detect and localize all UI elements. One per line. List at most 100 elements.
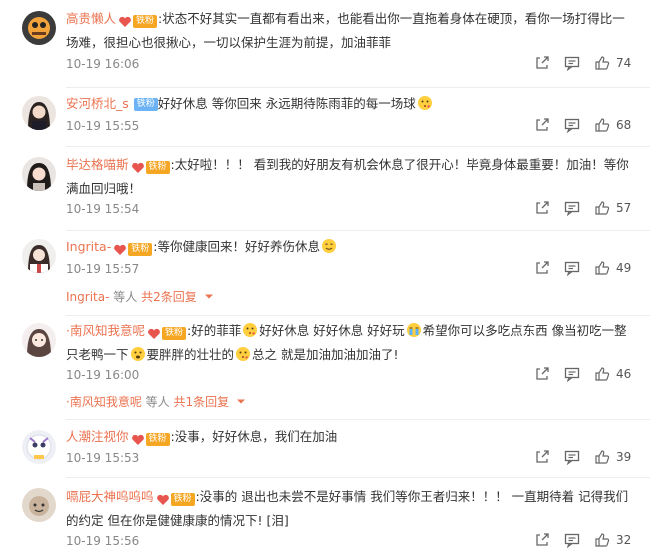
username-link[interactable]: ·南风知我意呢 (66, 323, 145, 338)
fan-badge: 铁粉 (133, 98, 158, 111)
comment-content: ·南风知我意呢 铁粉:好的菲菲 好好休息 好好休息 好好玩 希望你可以多吃点东西 像当… (66, 320, 636, 366)
like-count: 68 (616, 118, 632, 132)
divider (66, 146, 650, 147)
like-icon[interactable] (594, 532, 610, 548)
comment-content: 高贵懒人 铁粉:状态不好其实一直都有看出来，也能看出你一直拖着身体在硬顶，看你一场… (66, 8, 636, 54)
comment-date: 10-19 16:06 (66, 57, 140, 71)
like-icon[interactable] (594, 55, 610, 71)
comment-date: 10-19 15:56 (66, 534, 140, 548)
heart-badge-icon (156, 494, 169, 505)
reply-summary[interactable]: ·南风知我意呢 等人 共1条回复 (66, 393, 246, 410)
share-icon[interactable] (534, 55, 550, 71)
heart-badge-icon (114, 244, 127, 255)
share-icon[interactable] (534, 366, 550, 382)
heart-badge-icon (131, 162, 144, 173)
username-link[interactable]: Ingrita- (66, 239, 111, 254)
reply-middle-text: 等人 (109, 290, 142, 304)
username-link[interactable]: 高贵懒人 (66, 11, 116, 26)
comment-date: 10-19 15:57 (66, 262, 140, 276)
hug-emoji-icon (321, 239, 336, 253)
username-link[interactable]: 嗝屁大神呜呜呜 (66, 489, 154, 504)
like-icon[interactable] (594, 260, 610, 276)
view-replies-link[interactable]: 共1条回复 (173, 395, 229, 409)
reply-username[interactable]: Ingrita- (66, 290, 109, 304)
share-icon[interactable] (534, 200, 550, 216)
share-icon[interactable] (534, 117, 550, 133)
reply-username[interactable]: ·南风知我意呢 (66, 395, 142, 409)
heart-badge-icon (119, 16, 131, 27)
comment-actions: 57 (534, 200, 634, 218)
chevron-down-icon[interactable] (204, 293, 214, 301)
shocked-emoji-icon (130, 347, 145, 361)
comment-text: :等你健康回来！好好养伤休息 (153, 239, 320, 254)
badge-group: 铁粉 (131, 156, 170, 178)
chevron-down-icon[interactable] (236, 398, 246, 406)
badge-group: 铁粉 (147, 322, 186, 344)
divider (66, 419, 650, 420)
like-count: 39 (616, 450, 632, 464)
comment-icon[interactable] (564, 260, 580, 276)
heart-badge-icon (131, 434, 144, 445)
like-icon[interactable] (594, 366, 610, 382)
comment-actions: 32 (534, 532, 634, 550)
comment-text: :没事，好好休息，我们在加油 (170, 429, 338, 444)
heart-badge-icon (148, 328, 160, 339)
comment-icon[interactable] (564, 532, 580, 548)
comment-content: 嗝屁大神呜呜呜 铁粉:没事的 退出也未尝不是好事情 我们等你王者归来！！！ 一直期… (66, 486, 636, 532)
avatar[interactable] (22, 323, 56, 357)
like-icon[interactable] (594, 200, 610, 216)
share-icon[interactable] (534, 449, 550, 465)
share-icon[interactable] (534, 260, 550, 276)
fan-badge: 铁粉 (128, 243, 153, 256)
like-count: 32 (616, 533, 632, 547)
avatar[interactable] (22, 430, 56, 464)
reply-middle-text: 等人 (141, 395, 174, 409)
fan-badge: 铁粉 (170, 493, 195, 506)
like-count: 74 (616, 56, 632, 70)
comment-date: 10-19 15:55 (66, 119, 140, 133)
username-link[interactable]: 人潮注视你 (66, 429, 129, 444)
comment-actions: 39 (534, 449, 634, 467)
divider (66, 87, 650, 88)
fan-badge: 铁粉 (145, 161, 170, 174)
comment-icon[interactable] (564, 55, 580, 71)
comment-date: 10-19 16:00 (66, 368, 140, 382)
comment-content: 安河桥北_s 铁粉 好好休息 等你回来 永远期待陈雨菲的每一场球 (66, 93, 636, 115)
comment-content: 毕达格喵斯 铁粉:太好啦！！！ 看到我的好朋友有机会休息了很开心！毕竟身体最重要！… (66, 154, 636, 200)
view-replies-link[interactable]: 共2条回复 (141, 290, 197, 304)
kiss-emoji-icon (417, 96, 432, 110)
like-icon[interactable] (594, 117, 610, 133)
comment-icon[interactable] (564, 200, 580, 216)
fan-badge: 铁粉 (133, 15, 158, 28)
comment-text-part: 总之 就是加油加油加油了! (252, 347, 399, 362)
like-count: 49 (616, 261, 632, 275)
like-icon[interactable] (594, 449, 610, 465)
kiss-emoji-icon (236, 347, 251, 361)
badge-group: 铁粉 (131, 428, 170, 450)
comment-text-part: :好的菲菲 (187, 323, 242, 338)
comment-icon[interactable] (564, 117, 580, 133)
fan-badge: 铁粉 (145, 433, 170, 446)
username-link[interactable]: 安河桥北_s (66, 96, 129, 111)
reply-summary[interactable]: Ingrita- 等人 共2条回复 (66, 288, 214, 305)
comment-content: 人潮注视你 铁粉:没事，好好休息，我们在加油 (66, 426, 636, 450)
avatar[interactable] (22, 157, 56, 191)
crying-emoji-icon (406, 323, 421, 337)
like-count: 57 (616, 201, 632, 215)
kiss-emoji-icon (243, 323, 258, 337)
comment-icon[interactable] (564, 366, 580, 382)
share-icon[interactable] (534, 532, 550, 548)
comment-icon[interactable] (564, 449, 580, 465)
avatar[interactable] (22, 239, 56, 273)
comment-text-part: 好好休息 好好休息 好好玩 (259, 323, 405, 338)
avatar[interactable] (22, 96, 56, 130)
avatar[interactable] (22, 11, 56, 45)
username-link[interactable]: 毕达格喵斯 (66, 157, 129, 172)
avatar[interactable] (22, 488, 56, 522)
like-count: 46 (616, 367, 632, 381)
comment-date: 10-19 15:54 (66, 202, 140, 216)
fan-badge: 铁粉 (161, 327, 186, 340)
divider (66, 477, 650, 478)
comment-list: 高贵懒人 铁粉:状态不好其实一直都有看出来，也能看出你一直拖着身体在硬顶，看你一场… (0, 0, 650, 552)
comment-actions: 49 (534, 260, 634, 278)
